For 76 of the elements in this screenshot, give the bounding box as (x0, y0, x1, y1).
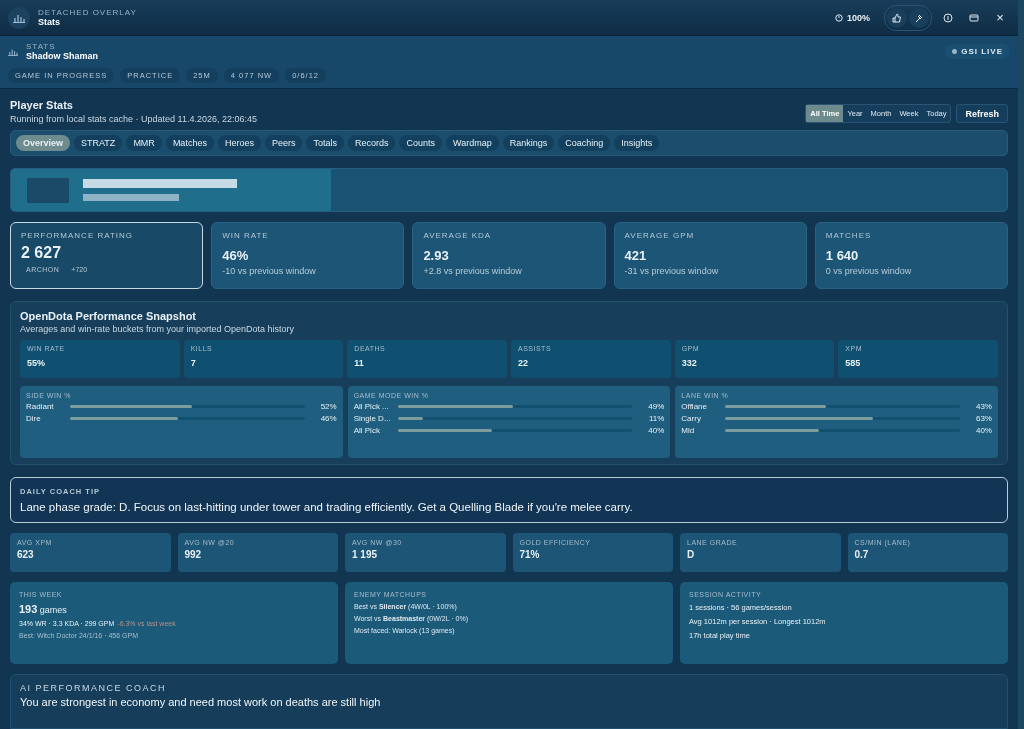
tab[interactable]: Coaching (558, 135, 611, 151)
bucket-name: Radiant (26, 402, 55, 411)
metric-value: 2.93 (423, 248, 450, 263)
thumbs-up-icon[interactable] (887, 7, 907, 28)
metric-label: AVERAGE GPM (624, 231, 696, 240)
metric-label: AVERAGE KDA (423, 231, 493, 240)
section-overline: STATS (26, 42, 57, 51)
bucket-name: All Pick (353, 426, 381, 435)
avatar-placeholder (27, 177, 69, 203)
tab[interactable]: Peers (264, 135, 303, 151)
tab[interactable]: STRATZ (74, 135, 123, 151)
tab[interactable]: Records (347, 135, 396, 151)
panel-label: AI PERFORMANCE COACH (20, 683, 167, 693)
bucket-reading: 52% (319, 402, 337, 411)
hero-name: Shadow Shaman (26, 51, 98, 61)
close-button[interactable]: × (990, 7, 1010, 28)
stat-value: 332 (681, 358, 698, 368)
stat-value: 55% (27, 358, 46, 368)
bucket-reading: 40% (974, 426, 992, 435)
zoom-button[interactable]: 100% (826, 10, 878, 25)
metric-value: 1 195 (352, 549, 379, 560)
window-overline: DETACHED OVERLAY (38, 8, 137, 17)
metric-value: 421 (624, 248, 648, 263)
metric-value: 2 627 (21, 244, 63, 262)
tab[interactable]: MMR (126, 135, 162, 151)
section-subtitle: Running from local stats cache · Updated 11.4.2026, 22:06:45 (10, 114, 257, 124)
bucket-name: All Pick ... (353, 402, 388, 411)
metric-value: 1 640 (825, 248, 860, 263)
panel-title: OpenDota Performance Snapshot (20, 310, 198, 322)
stat-value: 7 (190, 358, 197, 368)
stat-value: 11 (354, 358, 365, 368)
metric-value: 46% (222, 248, 250, 263)
bucket-name: Dire (26, 414, 42, 423)
bucket-reading: 11% (647, 414, 665, 423)
coach-text: You are strongest in economy and need most work on deaths are still high (20, 696, 382, 708)
clock-icon (834, 13, 843, 22)
bucket-reading: 40% (647, 426, 665, 435)
metric-change: 0 vs previous window (825, 266, 913, 276)
metric-change: +2.8 vs previous window (423, 266, 523, 276)
bar-chart-icon (8, 6, 30, 29)
tab[interactable]: Matches (165, 135, 214, 151)
window-title: Stats (38, 17, 61, 27)
metric-value: 992 (184, 549, 203, 560)
bucket-reading: 63% (974, 414, 992, 423)
tab[interactable]: Wardmap (446, 135, 499, 151)
metric-value: 623 (17, 549, 35, 560)
live-indicator: GSI LIVE (945, 44, 1010, 59)
tab[interactable]: Rankings (502, 135, 555, 151)
bucket-name: Mid (681, 426, 696, 435)
refresh-button[interactable]: Refresh (956, 104, 1008, 123)
metric-label: PERFORMANCE RATING (21, 231, 135, 240)
tip-text: Lane phase grade: D. Focus on last-hitting under tower and trading efficiently. Get a Quelling Blade if you're melee carry. (20, 501, 634, 513)
stat-value: 585 (845, 358, 862, 368)
bucket-reading: 46% (319, 414, 337, 423)
pin-icon[interactable] (909, 7, 929, 28)
bucket-reading: 49% (647, 402, 665, 411)
metric-label: WIN RATE (222, 231, 270, 240)
metric-value: 71% (519, 549, 541, 560)
tab[interactable]: Counts (399, 135, 442, 151)
metric-value: D (687, 549, 696, 560)
metric-change: -10 vs previous window (222, 266, 317, 276)
bucket-reading: 43% (974, 402, 992, 411)
bucket-name: Offlane (681, 402, 708, 411)
section-title: Player Stats (10, 99, 74, 111)
games-count: 193 games (19, 603, 68, 615)
panel-subtitle: Averages and win-rate buckets from your imported OpenDota history (20, 324, 295, 334)
tab[interactable]: Insights (614, 135, 660, 151)
metric-value: 0.7 (854, 549, 870, 560)
tab[interactable]: Heroes (217, 135, 261, 151)
metric-label: MATCHES (825, 231, 873, 240)
bucket-name: Carry (681, 414, 702, 423)
tab[interactable]: Totals (306, 135, 344, 151)
bucket-name: Single D... (353, 414, 388, 423)
bar-chart-icon (8, 47, 18, 56)
metric-change: -31 vs previous window (624, 266, 720, 276)
stat-value: 22 (518, 358, 529, 368)
